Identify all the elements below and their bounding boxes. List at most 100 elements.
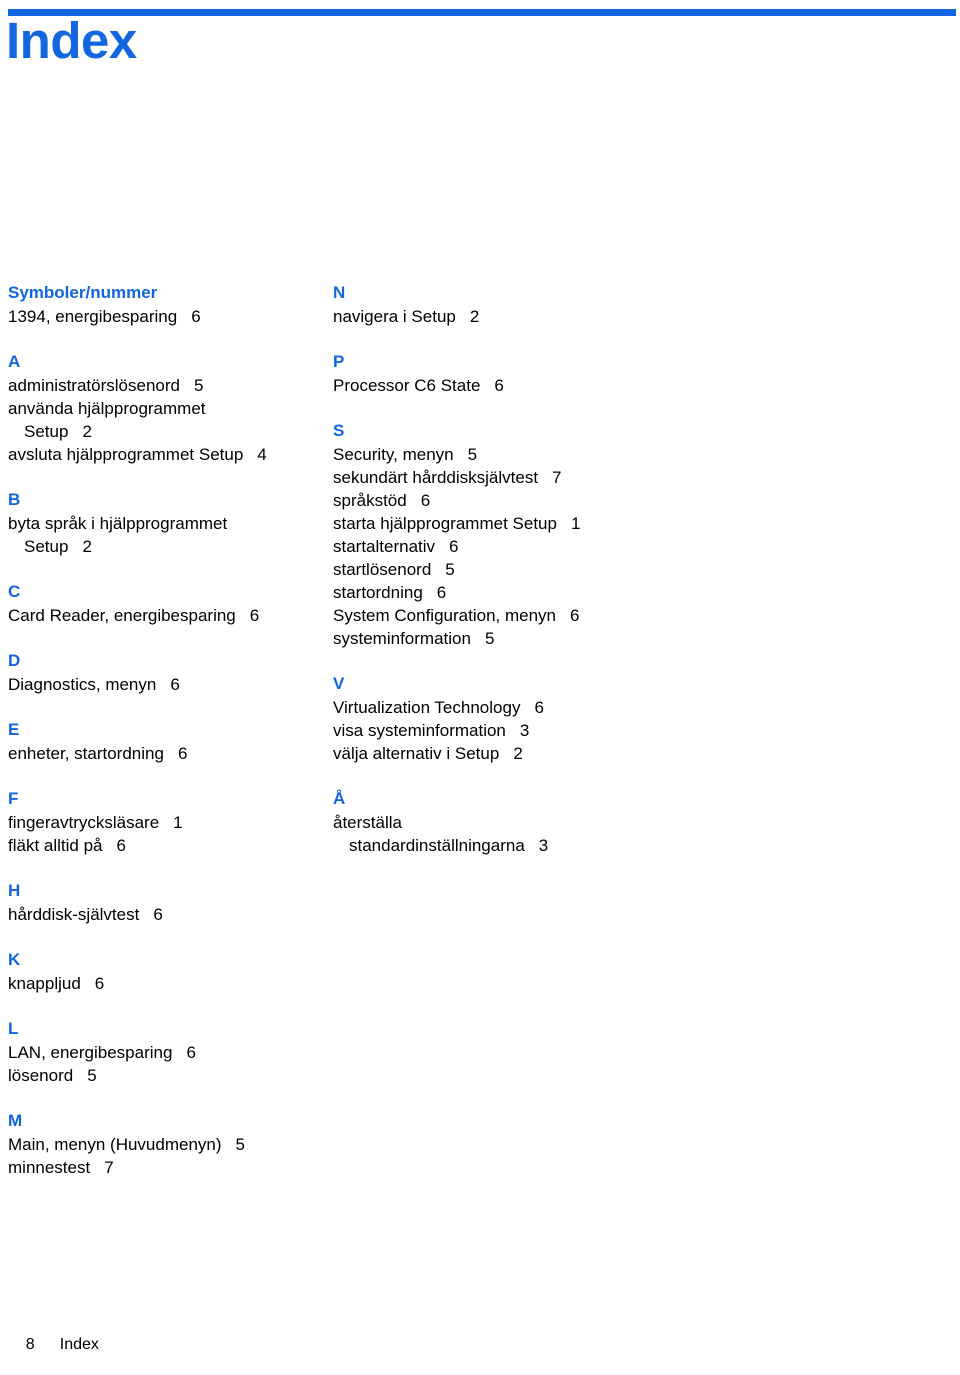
index-section: Nnavigera i Setup 2 [333,281,653,328]
footer-page-number: 8 [25,1336,35,1353]
index-entry-page-number: 6 [186,1043,196,1062]
index-entry: språkstöd 6 [333,489,653,512]
index-entry-page-number: 6 [420,491,431,510]
index-entry: Diagnostics, menyn 6 [8,673,318,696]
section-letter-heading: L [8,1019,19,1038]
index-entry-text: Diagnostics, menyn [8,675,157,694]
index-section: Aadministratörslösenord 5 använda hjälppro… [8,350,318,466]
index-entry: visa systeminformation 3 [333,719,653,742]
index-entry: Setup 2 [8,420,318,443]
index-entry-page-number: 6 [191,307,201,326]
index-entry: standardinställningarna 3 [333,834,653,857]
index-entry: startlösenord 5 [333,558,653,581]
index-entry-page-number: 6 [449,537,459,556]
header-rule [8,9,956,16]
index-entry-text: byta språk i hjälpprogrammet [8,514,228,533]
index-entry-text: minnestest [8,1158,91,1177]
index-entry: återställa [333,811,653,834]
index-entry-text: startordning [333,583,423,602]
index-entry-page-number: 7 [104,1158,114,1177]
index-entry-text: knappljud [8,974,81,993]
index-entry-page-number: 1 [570,514,581,533]
section-letter-heading: D [8,651,21,670]
section-letter-heading: P [333,352,345,371]
index-entry-text: Card Reader, energibesparing [8,606,236,625]
page-title: Index [6,12,137,69]
section-letter-heading: Symboler/nummer [8,283,158,302]
index-entry-text: återställa [333,813,402,832]
index-entry-page-number: 1 [173,813,183,832]
index-entry: avsluta hjälpprogrammet Setup 4 [8,443,318,466]
index-entry-text: Setup [24,422,69,441]
index-section: Ååterställa standardinställningarna 3 [333,787,653,857]
index-entry-text: sekundärt hårddisksjälvtest [333,468,539,487]
section-letter-heading: H [8,881,21,900]
index-section: Hhårddisk-självtest 6 [8,879,318,926]
index-entry-page-number: 4 [257,445,267,464]
index-entry-text: Security, menyn [333,445,454,464]
index-entry-page-number: 3 [519,721,530,740]
index-entry: fingeravtrycksläsare 1 [8,811,318,834]
index-entry: fläkt alltid på 6 [8,834,318,857]
index-entry-page-number: 2 [82,537,92,556]
index-entry: starta hjälpprogrammet Setup 1 [333,512,653,535]
index-entry: lösenord 5 [8,1064,318,1087]
index-entry: Main, menyn (Huvudmenyn) 5 [8,1133,318,1156]
index-entry-page-number: 5 [235,1135,245,1154]
section-letter-heading: F [8,789,19,808]
index-entry-page-number: 6 [494,376,504,395]
index-entry: startalternativ 6 [333,535,653,558]
index-entry-page-number: 6 [116,836,126,855]
index-entry: administratörslösenord 5 [8,374,318,397]
index-entry-page-number: 6 [534,698,544,717]
index-entry-page-number: 6 [170,675,180,694]
index-entry: Virtualization Technology 6 [333,696,653,719]
index-entry: använda hjälpprogrammet [8,397,318,420]
index-entry-page-number: 5 [484,629,495,648]
index-entry: sekundärt hårddisksjälvtest 7 [333,466,653,489]
index-entry-text: navigera i Setup [333,307,456,326]
index-entry: 1394, energibesparing 6 [8,305,318,328]
index-entry: systeminformation 5 [333,627,653,650]
index-entry: navigera i Setup 2 [333,305,653,328]
index-entry-text: standardinställningarna [349,836,525,855]
index-entry: byta språk i hjälpprogrammet [8,512,318,535]
index-entry-page-number: 5 [467,445,478,464]
index-entry-text: System Configuration, menyn [333,606,556,625]
index-entry-page-number: 6 [570,606,580,625]
index-entry-page-number: 5 [445,560,455,579]
index-entry-text: fingeravtrycksläsare [8,813,160,832]
index-entry-text: fläkt alltid på [8,836,103,855]
index-entry-text: hårddisk-självtest [8,905,140,924]
index-section: Eenheter, startordning 6 [8,718,318,765]
index-entry: Setup 2 [8,535,318,558]
section-letter-heading: K [8,950,21,969]
index-entry-text: välja alternativ i Setup [333,744,500,763]
index-entry-text: startalternativ [333,537,436,556]
section-letter-heading: S [333,421,345,440]
index-entry-page-number: 7 [552,468,562,487]
index-entry-text: avsluta hjälpprogrammet Setup [8,445,244,464]
index-entry: hårddisk-självtest 6 [8,903,318,926]
index-section: Ffingeravtrycksläsare 1 fläkt alltid på 6 [8,787,318,857]
index-section: C Card Reader, energibesparing 6 [8,580,318,627]
index-entry-text: Main, menyn (Huvudmenyn) [8,1135,222,1154]
index-entry-text: starta hjälpprogrammet Setup [333,514,557,533]
index-entry-text: administratörslösenord [8,376,180,395]
index-entry-text: systeminformation [333,629,471,648]
index-section: S Security, menyn 5 sekundärt hårddisksjälv… [333,419,653,650]
index-entry-page-number: 2 [469,307,480,326]
index-entry-page-number: 6 [153,905,163,924]
index-entry-page-number: 5 [193,376,204,395]
index-entry-page-number: 6 [436,583,447,602]
index-entry-page-number: 5 [87,1066,97,1085]
index-entry-page-number: 6 [177,744,188,763]
index-entry-text: lösenord [8,1066,74,1085]
index-column-left: Symboler/nummer 1394, energibesparing 6 Aad… [8,281,318,1179]
index-entry-page-number: 2 [513,744,523,763]
section-letter-heading: V [333,674,345,693]
index-entry: System Configuration, menyn 6 [333,604,653,627]
index-entry: Security, menyn 5 [333,443,653,466]
index-section: Symboler/nummer 1394, energibesparing 6 [8,281,318,328]
index-entry-text: enheter, startordning [8,744,164,763]
